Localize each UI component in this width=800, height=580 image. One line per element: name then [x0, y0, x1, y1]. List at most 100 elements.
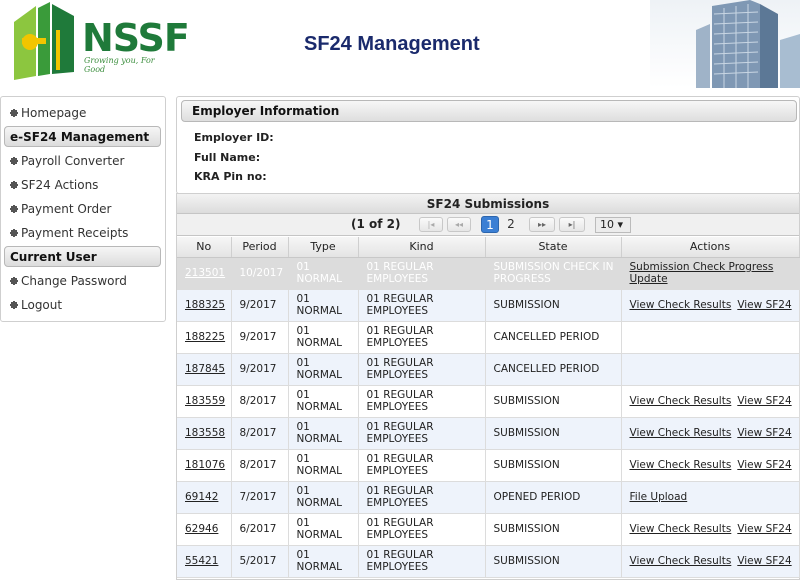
kind-cell: 01 REGULAR EMPLOYEES	[358, 257, 486, 290]
submission-no-cell: 183559	[177, 385, 232, 418]
submission-no-link[interactable]: 181076	[185, 459, 225, 471]
view-sf24-link[interactable]: View SF24	[737, 427, 791, 439]
sidebar-item-change-password[interactable]: Change Password	[1, 269, 165, 293]
column-header-period[interactable]: Period	[231, 237, 289, 258]
employer-info-title: Employer Information	[181, 100, 797, 122]
page-1-button[interactable]: 1	[481, 216, 499, 233]
actions-cell: View Check Results View SF24	[621, 449, 800, 482]
bullet-icon	[10, 181, 18, 189]
submission-no-cell: 213501	[177, 257, 232, 290]
next-page-button[interactable]: ▸▸	[529, 217, 555, 232]
main-panel: Employer Information Employer ID: Full N…	[176, 96, 800, 580]
first-page-button[interactable]: |◂	[419, 217, 443, 232]
prev-page-button[interactable]: ◂◂	[447, 217, 471, 232]
submission-no-link[interactable]: 69142	[185, 491, 218, 503]
sidebar-item-label: Payroll Converter	[21, 154, 125, 168]
period-cell: 5/2017	[231, 545, 289, 578]
table-row[interactable]: 187845 9/2017 01 NORMAL 01 REGULAR EMPLOYEE…	[177, 353, 800, 386]
view-sf24-link[interactable]: View SF24	[737, 523, 791, 535]
period-cell: 9/2017	[231, 289, 289, 322]
view-check-results-link[interactable]: View Check Results	[630, 299, 732, 311]
table-row[interactable]: 55421 5/2017 01 NORMAL 01 REGULAR EMPLOYEES…	[177, 545, 800, 578]
type-cell: 01 NORMAL	[288, 385, 359, 418]
submission-check-progress-update-link[interactable]: Submission Check Progress Update	[630, 261, 774, 285]
submission-no-link[interactable]: 187845	[185, 363, 225, 375]
submission-no-cell: 187845	[177, 353, 232, 386]
view-check-results-link[interactable]: View Check Results	[630, 555, 732, 567]
submission-no-cell: 188225	[177, 321, 232, 354]
view-check-results-link[interactable]: View Check Results	[630, 395, 732, 407]
sidebar-item-payroll-converter[interactable]: Payroll Converter	[1, 149, 165, 173]
kind-cell: 01 REGULAR EMPLOYEES	[358, 417, 486, 450]
state-cell: SUBMISSION	[485, 289, 622, 322]
type-cell: 01 NORMAL	[288, 321, 359, 354]
table-row[interactable]: 213501 10/2017 01 NORMAL 01 REGULAR EMPLOYE…	[177, 257, 800, 290]
view-check-results-link[interactable]: View Check Results	[630, 459, 732, 471]
bullet-icon	[10, 229, 18, 237]
actions-cell: View Check Results View SF24	[621, 385, 800, 418]
view-sf24-link[interactable]: View SF24	[737, 395, 791, 407]
brand-tagline: Growing you, For Good	[84, 56, 155, 74]
table-row[interactable]: 181076 8/2017 01 NORMAL 01 REGULAR EMPLOYEE…	[177, 449, 800, 482]
type-cell: 01 NORMAL	[288, 353, 359, 386]
view-sf24-link[interactable]: View SF24	[737, 555, 791, 567]
kind-cell: 01 REGULAR EMPLOYEES	[358, 481, 486, 514]
last-page-button[interactable]: ▸|	[559, 217, 585, 232]
state-cell: SUBMISSION	[485, 417, 622, 450]
column-header-state[interactable]: State	[485, 237, 622, 258]
sidebar-item-sf24-actions[interactable]: SF24 Actions	[1, 173, 165, 197]
sidebar-item-label: Homepage	[21, 106, 87, 120]
actions-cell: View Check Results View SF24	[621, 417, 800, 450]
page-title: SF24 Management	[304, 33, 480, 55]
period-cell: 8/2017	[231, 385, 289, 418]
column-header-actions: Actions	[621, 237, 800, 258]
kind-cell: 01 REGULAR EMPLOYEES	[358, 289, 486, 322]
submission-no-link[interactable]: 62946	[185, 523, 218, 535]
sidebar-item-payment-receipts[interactable]: Payment Receipts	[1, 221, 165, 245]
rows-per-page-select[interactable]: 10 ▾	[595, 217, 631, 233]
submissions-panel: SF24 Submissions (1 of 2) |◂ ◂◂ 1 2 ▸▸ ▸…	[176, 193, 800, 580]
view-check-results-link[interactable]: View Check Results	[630, 523, 732, 535]
type-cell: 01 NORMAL	[288, 289, 359, 322]
view-sf24-link[interactable]: View SF24	[737, 299, 791, 311]
column-header-kind[interactable]: Kind	[358, 237, 486, 258]
bullet-icon	[10, 301, 18, 309]
submission-no-link[interactable]: 183559	[185, 395, 225, 407]
sidebar: Homepage e-SF24 Management Payroll Conve…	[0, 96, 166, 322]
table-row[interactable]: 62946 6/2017 01 NORMAL 01 REGULAR EMPLOYEES…	[177, 513, 800, 546]
table-row[interactable]: 69142 7/2017 01 NORMAL 01 REGULAR EMPLOYEES…	[177, 481, 800, 514]
brand-name: NSSF	[82, 16, 190, 60]
table-row[interactable]: 188325 9/2017 01 NORMAL 01 REGULAR EMPLOYEE…	[177, 289, 800, 322]
nssf-logo[interactable]: NSSF Growing you, For Good	[8, 2, 190, 82]
bullet-icon	[10, 277, 18, 285]
submission-no-link[interactable]: 55421	[185, 555, 218, 567]
submissions-table: No Period Type Kind State Actions 213501…	[177, 237, 800, 578]
column-header-type[interactable]: Type	[288, 237, 359, 258]
file-upload-link[interactable]: File Upload	[630, 491, 688, 503]
sidebar-item-label: Change Password	[21, 274, 127, 288]
view-sf24-link[interactable]: View SF24	[737, 459, 791, 471]
column-header-no[interactable]: No	[177, 237, 232, 258]
submission-no-link[interactable]: 188325	[185, 299, 225, 311]
table-row[interactable]: 188225 9/2017 01 NORMAL 01 REGULAR EMPLOYEE…	[177, 321, 800, 354]
page-2-button[interactable]: 2	[502, 216, 520, 233]
bullet-icon	[10, 109, 18, 117]
paginator: (1 of 2) |◂ ◂◂ 1 2 ▸▸ ▸| 10 ▾	[177, 214, 799, 236]
submission-no-link[interactable]: 183558	[185, 427, 225, 439]
table-row[interactable]: 183559 8/2017 01 NORMAL 01 REGULAR EMPLOYEE…	[177, 385, 800, 418]
actions-cell: View Check Results View SF24	[621, 289, 800, 322]
type-cell: 01 NORMAL	[288, 417, 359, 450]
actions-cell: View Check Results View SF24	[621, 513, 800, 546]
sidebar-item-logout[interactable]: Logout	[1, 293, 165, 317]
kind-cell: 01 REGULAR EMPLOYEES	[358, 513, 486, 546]
sidebar-item-homepage[interactable]: Homepage	[1, 101, 165, 125]
page-status: (1 of 2)	[351, 217, 401, 231]
submission-no-link[interactable]: 188225	[185, 331, 225, 343]
submissions-title: SF24 Submissions	[177, 194, 799, 214]
period-cell: 10/2017	[231, 257, 289, 290]
submission-no-link[interactable]: 213501	[185, 267, 225, 279]
view-check-results-link[interactable]: View Check Results	[630, 427, 732, 439]
sidebar-item-payment-order[interactable]: Payment Order	[1, 197, 165, 221]
type-cell: 01 NORMAL	[288, 449, 359, 482]
table-row[interactable]: 183558 8/2017 01 NORMAL 01 REGULAR EMPLOYEE…	[177, 417, 800, 450]
